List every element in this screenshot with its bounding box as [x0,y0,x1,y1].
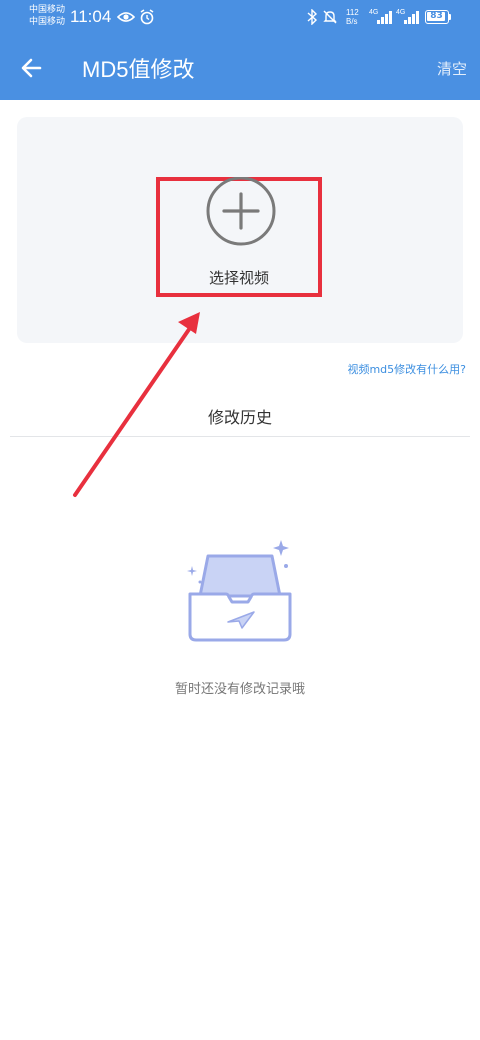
app-bar: 中国移动 中国移动 11:04 112 B/s 4G 4G 83 MD5值修改 … [0,0,480,100]
clear-button[interactable]: 清空 [437,58,467,79]
page-title: MD5值修改 [82,57,195,82]
status-time: 11:04 [70,7,112,26]
alarm-icon [140,9,154,25]
select-video-button[interactable]: 选择视频 [156,177,322,297]
carrier-info: 中国移动 中国移动 [29,4,65,28]
plus-circle-icon [206,177,276,246]
empty-inbox-icon [187,540,292,642]
net-speed-unit: B/s [346,17,358,26]
signal-2-icon [404,11,419,24]
carrier-1: 中国移动 [29,5,66,15]
upload-card: 选择视频 [17,117,463,343]
select-video-label: 选择视频 [208,269,269,287]
battery-cap [449,14,451,20]
history-divider [10,436,470,437]
header: MD5值修改 清空 [0,40,480,96]
battery-percent: 83 [430,11,443,21]
eye-icon [117,12,135,22]
net-speed-value: 112 [346,8,359,17]
battery-icon: 83 [425,10,449,24]
mute-icon [323,10,337,24]
bluetooth-icon [307,9,318,25]
history-title: 修改历史 [207,408,272,427]
carrier-2: 中国移动 [29,17,66,27]
status-bar: 中国移动 中国移动 11:04 112 B/s 4G 4G 83 [0,0,480,36]
signal-1-icon [377,11,392,24]
back-arrow-icon[interactable] [18,54,46,82]
md5-help-link[interactable]: 视频md5修改有什么用? [347,361,466,377]
empty-history-text: 暂时还没有修改记录哦 [174,682,305,697]
